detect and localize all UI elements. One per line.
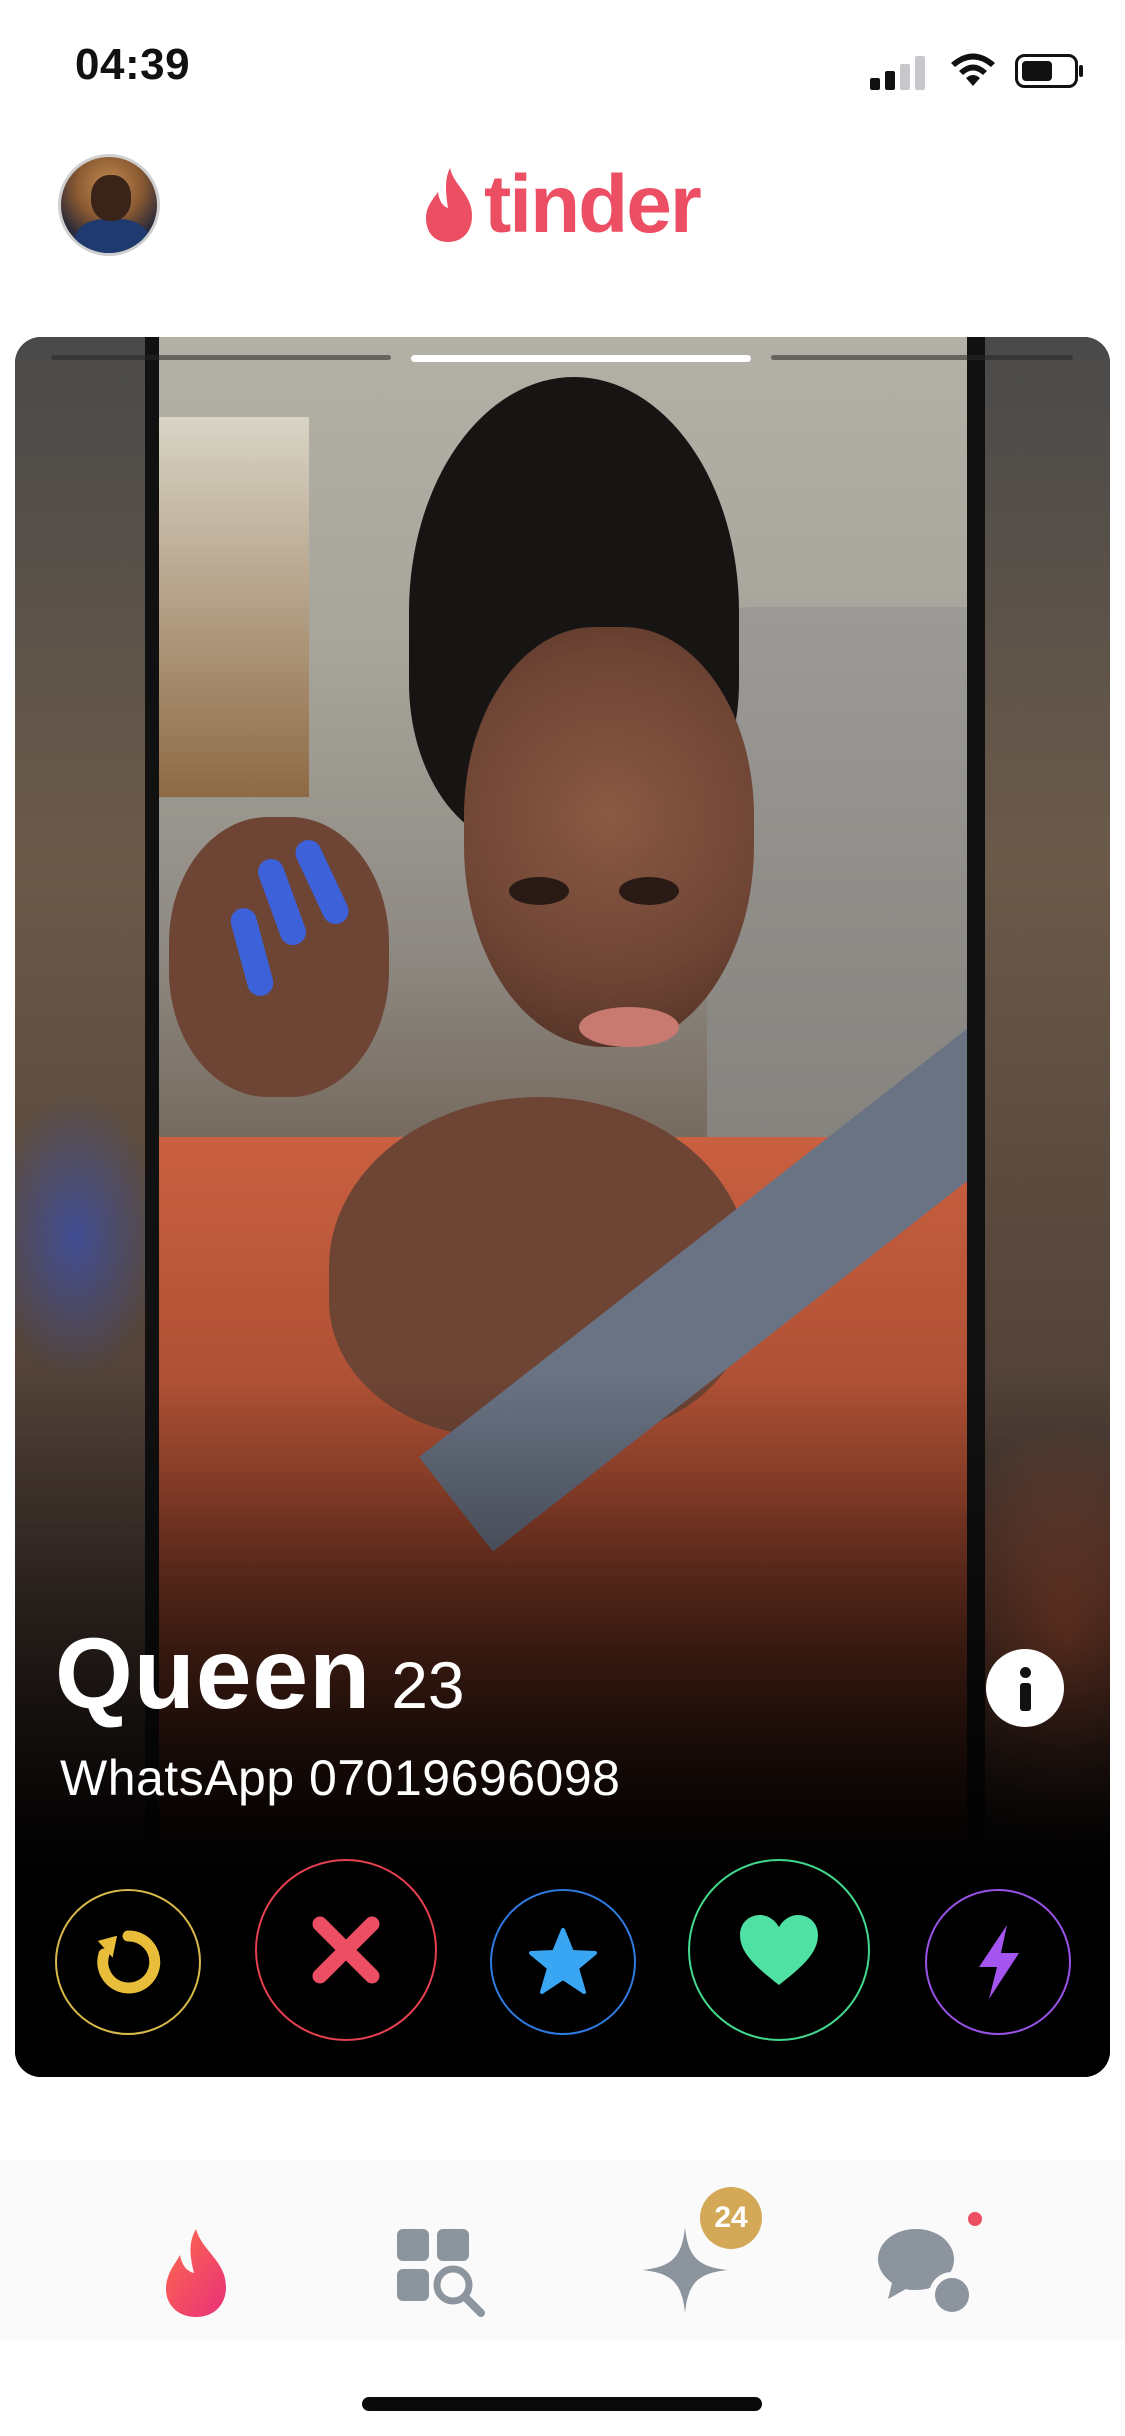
photo-eye-right: [619, 877, 679, 905]
app-header: tinder: [0, 140, 1125, 330]
action-buttons: [15, 1859, 1110, 2044]
home-indicator: [362, 2397, 762, 2411]
avatar-face: [91, 175, 131, 221]
chat-unread-dot: [968, 2212, 982, 2226]
likes-badge: 24: [700, 2187, 762, 2249]
tinder-logo: tinder: [420, 159, 720, 254]
flame-icon: [166, 2229, 226, 2317]
profile-age: 23: [391, 1648, 465, 1722]
profile-bio: WhatsApp 07019696098: [60, 1750, 621, 1806]
close-icon: [312, 1916, 380, 1984]
chat-bubbles-icon: [878, 2229, 975, 2318]
status-icons: [870, 50, 1083, 90]
nope-button[interactable]: [255, 1859, 437, 2041]
logo-text: tinder: [484, 159, 702, 250]
super-like-button[interactable]: [490, 1889, 636, 2035]
photo-progress-bar: [51, 355, 1073, 363]
rewind-button[interactable]: [55, 1889, 201, 2035]
wifi-icon: [951, 53, 995, 86]
status-time: 04:39: [75, 40, 191, 89]
nav-discover[interactable]: [140, 2215, 250, 2325]
photo-lips: [579, 1007, 679, 1047]
nav-chat[interactable]: [870, 2215, 980, 2325]
tinder-flame-icon: [426, 168, 472, 242]
battery-icon: [1015, 54, 1083, 88]
heart-icon: [740, 1915, 818, 1985]
bottom-nav: 24: [0, 2160, 1125, 2340]
nav-explore[interactable]: [385, 2215, 495, 2325]
info-icon-bar: [1020, 1683, 1031, 1711]
info-icon: [1020, 1667, 1031, 1678]
lightning-icon: [979, 1925, 1019, 1999]
avatar-body: [75, 219, 149, 253]
photo-progress-segment[interactable]: [771, 355, 1073, 360]
photo-progress-segment-active[interactable]: [411, 355, 751, 362]
profile-name-row: Queen 23: [55, 1617, 465, 1730]
info-button[interactable]: [986, 1649, 1064, 1727]
profile-name: Queen: [55, 1618, 372, 1730]
star-icon: [529, 1928, 597, 1994]
rewind-icon: [97, 1930, 161, 1994]
explore-grid-icon: [397, 2229, 485, 2317]
cellular-signal-icon: [870, 54, 930, 90]
profile-avatar[interactable]: [58, 154, 160, 256]
profile-card[interactable]: Queen 23 WhatsApp 07019696098: [15, 337, 1110, 2077]
photo-hand: [169, 817, 389, 1097]
boost-button[interactable]: [925, 1889, 1071, 2035]
photo-progress-segment[interactable]: [51, 355, 391, 360]
status-bar: 04:39: [0, 0, 1125, 140]
photo-eye-left: [509, 877, 569, 905]
like-button[interactable]: [688, 1859, 870, 2041]
photo-car-window: [159, 417, 309, 797]
photo-face: [464, 627, 754, 1047]
